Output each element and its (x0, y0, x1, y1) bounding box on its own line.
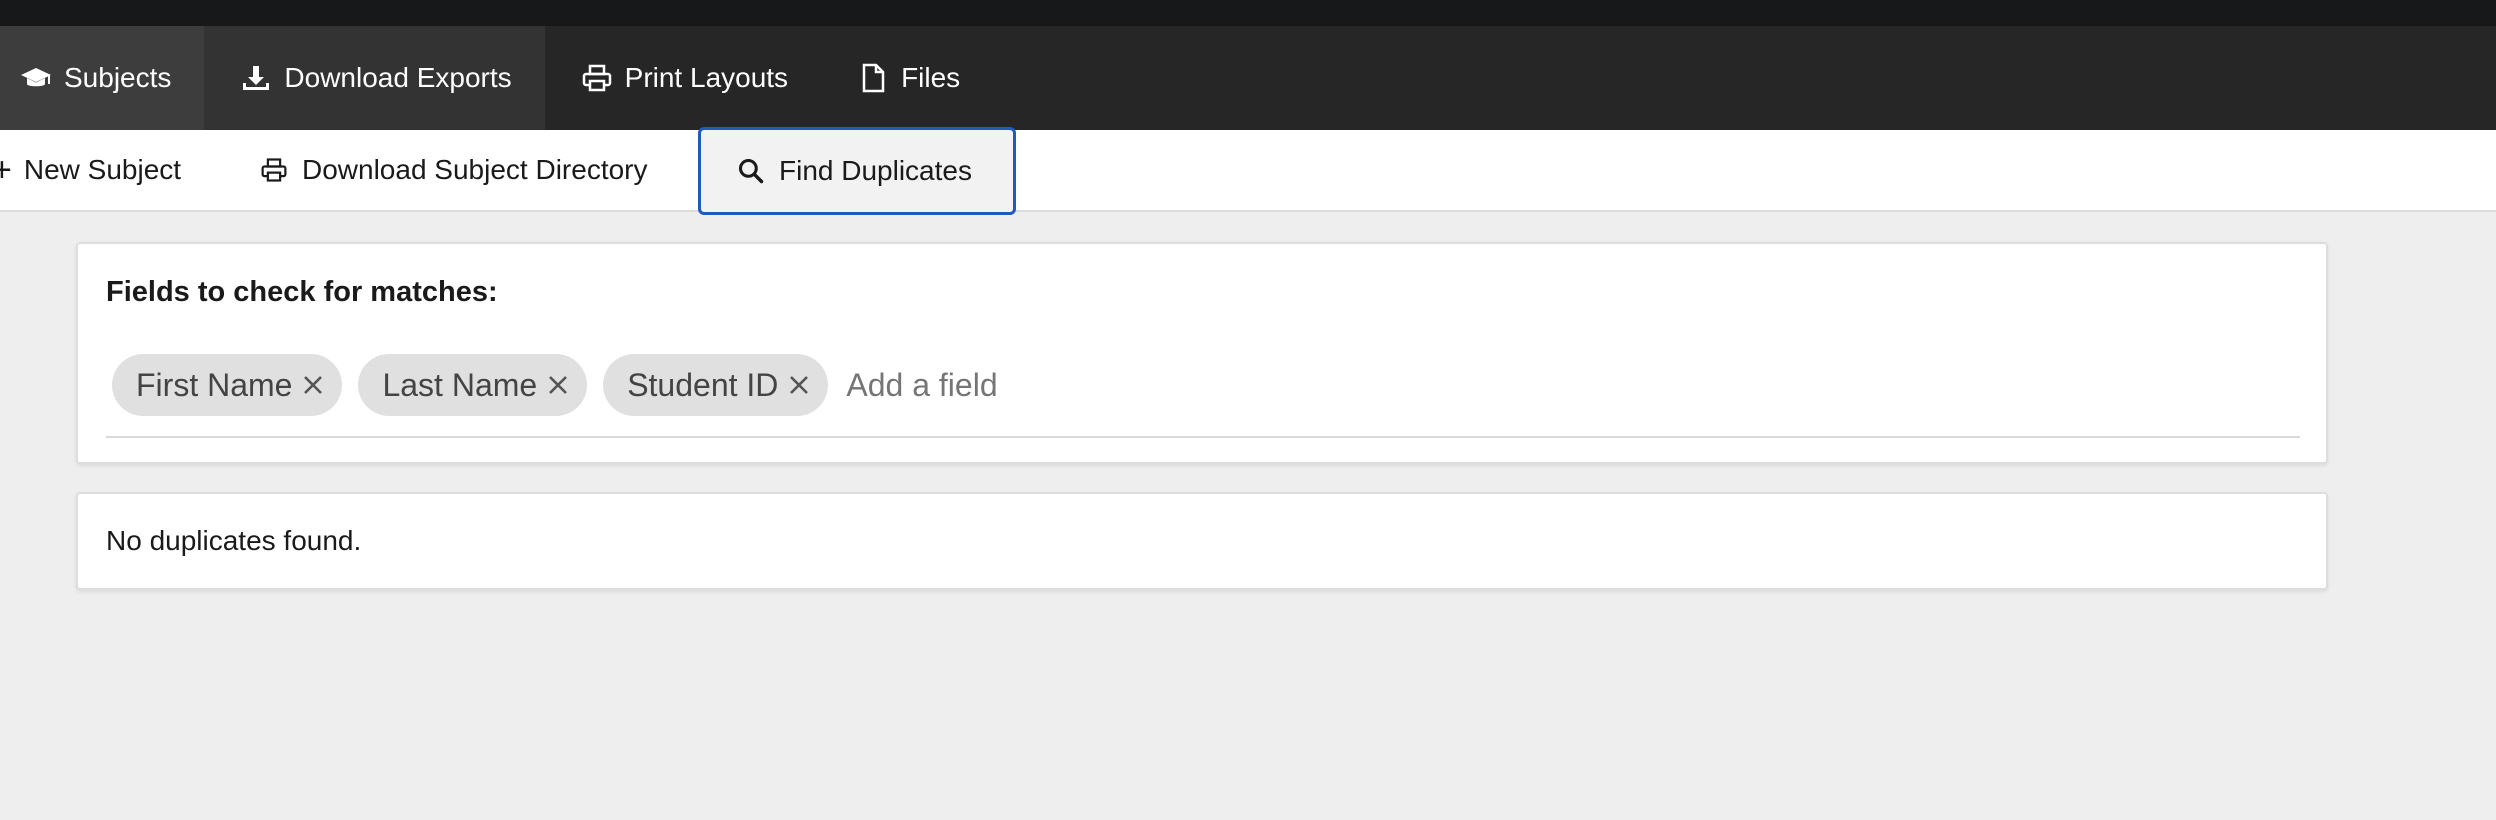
printer-icon (260, 156, 302, 184)
new-subject-button[interactable]: + New Subject (0, 129, 218, 211)
printer-icon (581, 62, 613, 94)
remove-tag-icon[interactable] (786, 372, 812, 398)
tab-subjects[interactable]: Subjects (0, 26, 205, 130)
graduation-cap-icon (20, 62, 52, 94)
tab-print-layouts-label: Print Layouts (624, 62, 789, 93)
tab-print-layouts[interactable]: Print Layouts (545, 26, 821, 130)
field-tag-label: First Name (136, 366, 293, 403)
download-subject-directory-label: Download Subject Directory (302, 154, 648, 185)
tab-files[interactable]: Files (821, 26, 993, 130)
search-icon (737, 157, 779, 185)
tab-download-exports-label: Download Exports (284, 62, 512, 93)
match-fields-card: Fields to check for matches: First Name … (76, 242, 2328, 464)
main-navbar: Subjects Download Exports Print Layouts … (0, 26, 2496, 130)
field-tag-label: Last Name (382, 366, 538, 403)
duplicates-result-card: No duplicates found. (76, 492, 2328, 590)
download-icon (240, 62, 272, 94)
no-duplicates-message: No duplicates found. (106, 525, 362, 556)
match-fields-heading: Fields to check for matches: (106, 276, 498, 308)
field-tag-student-id: Student ID (603, 354, 829, 416)
remove-tag-icon[interactable] (300, 372, 326, 398)
field-tag-last-name: Last Name (358, 354, 588, 416)
new-subject-label: New Subject (23, 154, 182, 185)
field-tag-input[interactable]: First Name Last Name Student ID (106, 354, 2300, 438)
plus-icon: + (0, 151, 12, 189)
field-tag-label: Student ID (627, 366, 779, 403)
tab-download-exports[interactable]: Download Exports (204, 26, 545, 130)
download-subject-directory-button[interactable]: Download Subject Directory (218, 129, 698, 211)
find-duplicates-button[interactable]: Find Duplicates (698, 127, 1016, 215)
tab-files-label: Files (901, 62, 961, 93)
window-top-strip (0, 0, 2496, 26)
subjects-toolbar: + New Subject Download Subject Directory… (0, 127, 2496, 215)
remove-tag-icon[interactable] (545, 372, 571, 398)
tab-subjects-label: Subjects (64, 62, 172, 93)
field-tag-first-name: First Name (112, 354, 343, 416)
file-icon (857, 62, 889, 94)
find-duplicates-label: Find Duplicates (779, 155, 972, 186)
add-field-input[interactable] (846, 354, 1447, 416)
